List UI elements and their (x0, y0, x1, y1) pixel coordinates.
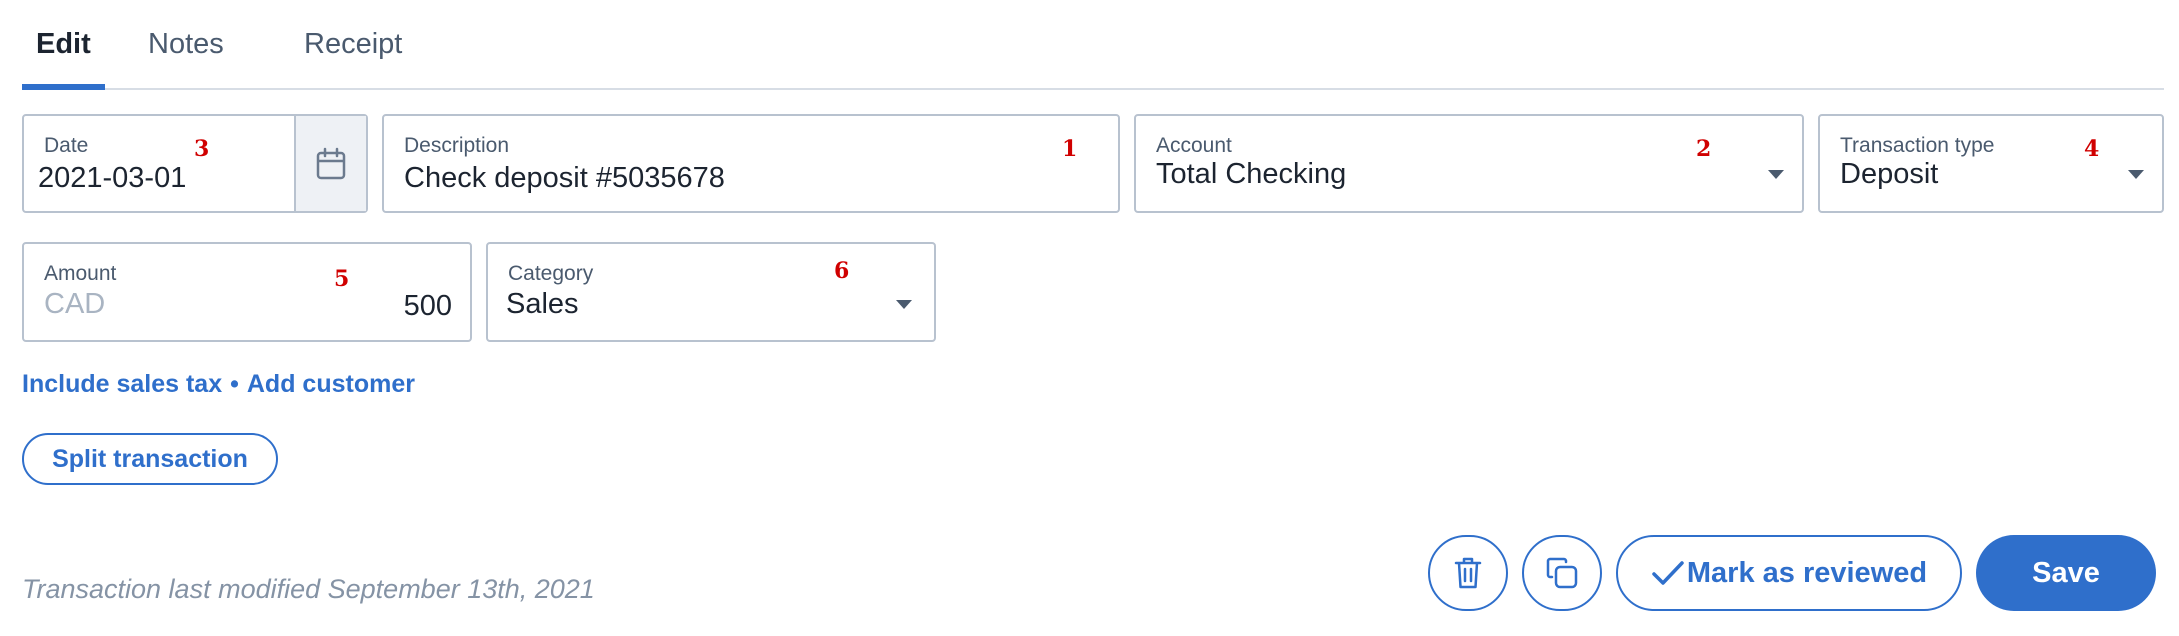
description-label: Description (404, 134, 510, 157)
amount-field[interactable]: Amount CAD 500 5 (22, 242, 472, 342)
transaction-type-label: Transaction type (1840, 134, 1995, 157)
split-transaction-button[interactable]: Split transaction (22, 433, 278, 485)
account-label: Account (1156, 134, 1232, 157)
caret-down-icon[interactable] (1768, 170, 1784, 179)
tab-bar: Edit Notes Receipt (22, 0, 2164, 90)
transaction-type-value[interactable]: Deposit (1840, 158, 1938, 191)
calendar-icon (316, 147, 346, 179)
trash-icon (1454, 557, 1482, 589)
last-modified-text: Transaction last modified September 13th… (22, 574, 595, 604)
account-value[interactable]: Total Checking (1156, 158, 1346, 191)
mark-as-reviewed-button[interactable]: Mark as reviewed (1616, 535, 1962, 611)
tab-receipt[interactable]: Receipt (290, 24, 416, 88)
copy-icon (1546, 557, 1578, 589)
caret-down-icon[interactable] (896, 300, 912, 309)
date-field[interactable]: Date 2021-03-01 3 (22, 114, 368, 213)
description-field[interactable]: Description Check deposit #5035678 1 (382, 114, 1120, 213)
include-sales-tax-link[interactable]: Include sales tax (22, 370, 222, 398)
category-label: Category (508, 262, 594, 285)
save-button[interactable]: Save (1976, 535, 2156, 611)
amount-badge: 5 (334, 266, 350, 292)
mark-as-reviewed-label: Mark as reviewed (1686, 556, 1928, 589)
field-links: Include sales tax • Add customer (22, 370, 415, 399)
transaction-type-select[interactable]: Transaction type Deposit 4 (1818, 114, 2164, 213)
date-badge: 3 (194, 136, 210, 162)
add-customer-link[interactable]: Add customer (247, 370, 415, 398)
category-select[interactable]: Category Sales 6 (486, 242, 936, 342)
amount-label: Amount (44, 262, 117, 285)
calendar-button[interactable] (294, 116, 366, 211)
category-badge: 6 (834, 258, 850, 284)
caret-down-icon[interactable] (2128, 170, 2144, 179)
tab-notes[interactable]: Notes (134, 24, 238, 88)
transaction-type-badge: 4 (2084, 136, 2100, 162)
amount-value[interactable]: 500 (404, 290, 452, 323)
account-select[interactable]: Account Total Checking 2 (1134, 114, 1804, 213)
amount-currency: CAD (44, 288, 106, 320)
date-label: Date (44, 134, 89, 157)
delete-button[interactable] (1428, 535, 1508, 611)
category-value[interactable]: Sales (506, 288, 579, 321)
date-value[interactable]: 2021-03-01 (38, 162, 186, 195)
tab-edit[interactable]: Edit (22, 24, 105, 90)
checkmark-icon (1652, 561, 1684, 585)
description-value[interactable]: Check deposit #5035678 (404, 162, 725, 195)
link-separator: • (230, 370, 239, 398)
account-badge: 2 (1696, 136, 1712, 162)
duplicate-button[interactable] (1522, 535, 1602, 611)
description-badge: 1 (1062, 136, 1078, 162)
